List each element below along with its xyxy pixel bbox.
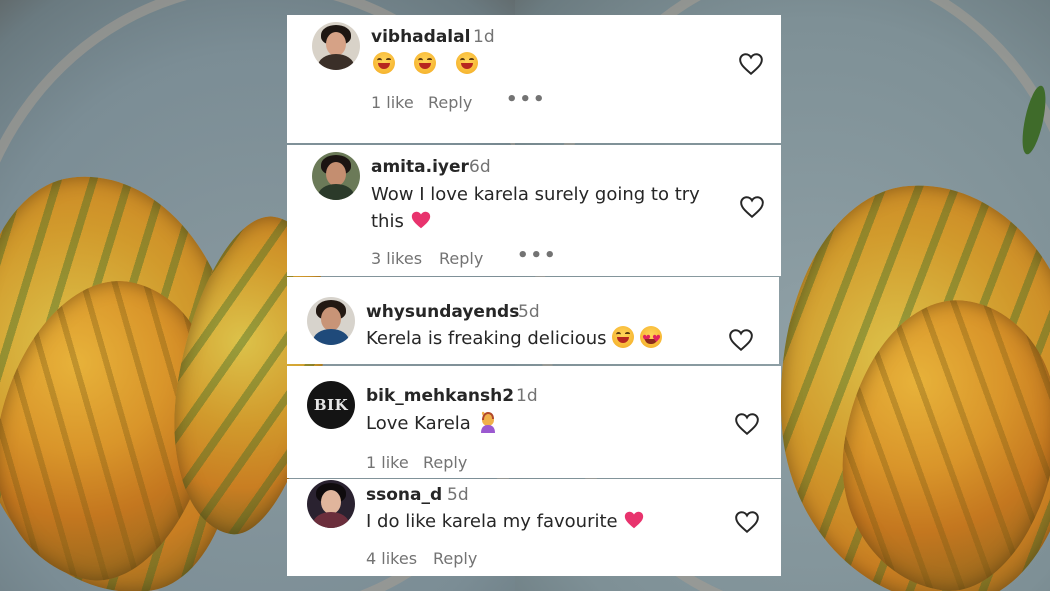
- more-options-button[interactable]: •••: [517, 245, 558, 266]
- like-count[interactable]: 1 like: [371, 93, 414, 112]
- heart-icon[interactable]: [734, 510, 760, 534]
- comment-age: 5d: [447, 485, 469, 505]
- heart-icon[interactable]: [738, 52, 764, 76]
- comment-username[interactable]: whysundayends: [366, 302, 519, 322]
- comment-text: Love Karela: [366, 410, 499, 437]
- comment-username[interactable]: bik_mehkansh2: [366, 386, 514, 406]
- comment-text-line: this: [371, 211, 404, 232]
- like-count[interactable]: 3 likes: [371, 249, 422, 268]
- comment-text: [373, 51, 478, 78]
- reply-button[interactable]: Reply: [423, 453, 467, 472]
- like-count[interactable]: 4 likes: [366, 549, 417, 568]
- comment-age: 1d: [516, 386, 538, 406]
- heart-eyes-emoji: [640, 326, 663, 353]
- smiling-face-emoji: [612, 326, 635, 348]
- comment-text-line: Kerela is freaking delicious: [366, 328, 607, 349]
- heart-icon[interactable]: [739, 195, 765, 219]
- comment-card: amita.iyer 6d Wow I love karela surely g…: [287, 145, 781, 276]
- heart-icon[interactable]: [734, 412, 760, 436]
- avatar-monogram: BIK: [313, 396, 349, 414]
- smiling-face-emoji: [414, 52, 437, 74]
- comment-text: Kerela is freaking delicious: [366, 325, 663, 353]
- comment-age: 6d: [469, 157, 491, 177]
- comment-age: 1d: [473, 27, 495, 47]
- comment-card: vibhadalal 1d 1 like Reply •••: [287, 15, 781, 143]
- comment-username[interactable]: ssona_d: [366, 485, 442, 505]
- avatar[interactable]: BIK: [307, 381, 355, 429]
- avatar[interactable]: [312, 152, 360, 200]
- avatar[interactable]: [307, 297, 355, 345]
- like-count[interactable]: 1 like: [366, 453, 409, 472]
- pink-heart-emoji: [411, 211, 430, 229]
- comment-username[interactable]: vibhadalal: [371, 27, 470, 47]
- more-options-button[interactable]: •••: [506, 89, 547, 110]
- comment-text: I do like karela my favourite: [366, 508, 645, 535]
- heart-icon[interactable]: [728, 328, 754, 352]
- smiling-face-emoji: [373, 52, 395, 74]
- comment-text: Wow I love karela surely going to try th…: [371, 181, 700, 235]
- reply-button[interactable]: Reply: [428, 93, 472, 112]
- avatar[interactable]: [312, 22, 360, 70]
- comment-username[interactable]: amita.iyer: [371, 157, 469, 177]
- comment-text-line: I do like karela my favourite: [366, 511, 618, 532]
- reply-button[interactable]: Reply: [433, 549, 477, 568]
- comment-card: whysundayends 5d Kerela is freaking deli…: [287, 277, 779, 364]
- comment-card: ssona_d 5d I do like karela my favourite…: [287, 479, 781, 576]
- comment-text-line: Love Karela: [366, 413, 471, 434]
- comment-text-line: Wow I love karela surely going to try: [371, 184, 700, 205]
- avatar[interactable]: [307, 480, 355, 528]
- smiling-face-emoji: [455, 52, 478, 74]
- reply-button[interactable]: Reply: [439, 249, 483, 268]
- comment-card: BIK bik_mehkansh2 1d Love Karela 1 like …: [287, 366, 781, 478]
- pink-heart-emoji: [625, 511, 644, 529]
- comment-age: 5d: [518, 302, 540, 322]
- person-raising-hand-emoji: [480, 411, 495, 433]
